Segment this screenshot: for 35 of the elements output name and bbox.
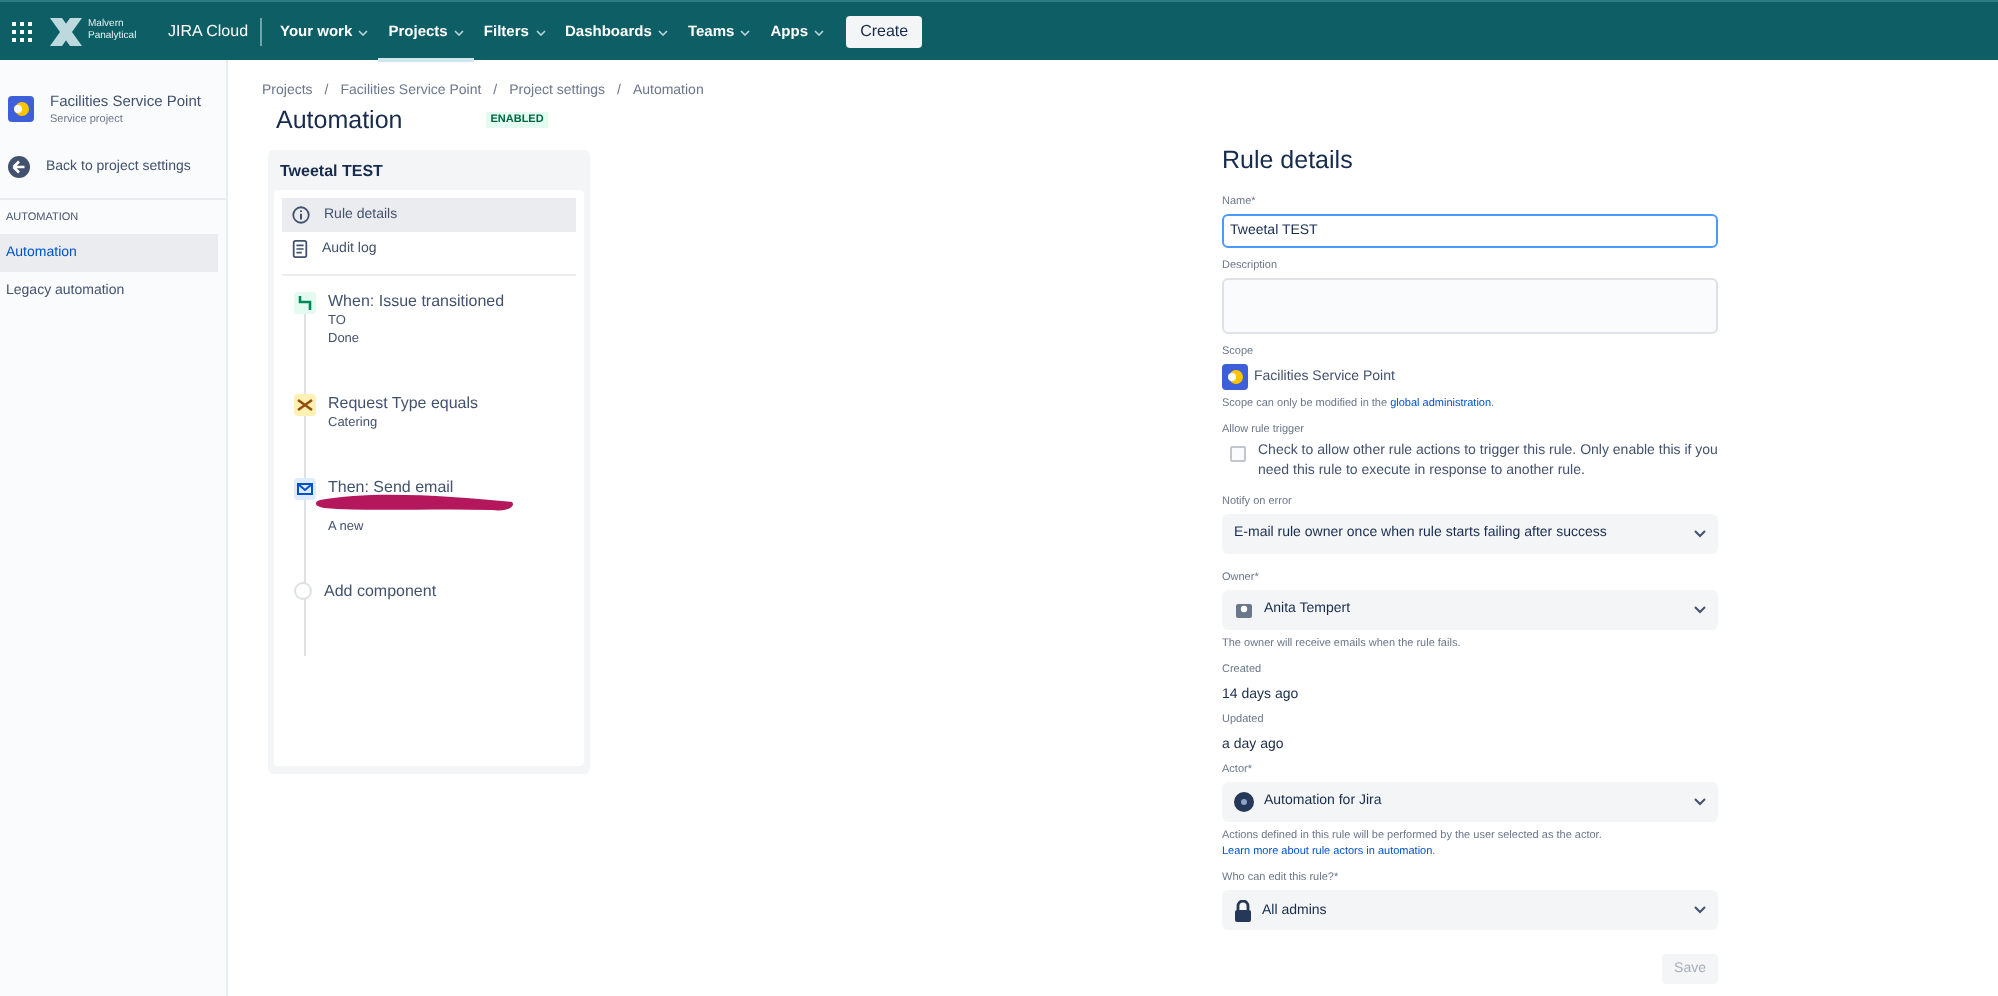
user-icon [1234,599,1254,620]
caret-icon [358,29,369,36]
caret-icon [657,29,668,36]
trigger-icon [294,292,316,314]
caret-icon [453,29,464,36]
page-title: Automation [276,106,403,134]
back-arrow-icon[interactable] [8,156,30,178]
add-circle-icon[interactable] [294,582,312,600]
rule-name: Tweetal TEST [278,160,385,184]
email-icon [294,478,316,500]
description-field[interactable] [1222,278,1718,334]
chevron-down-icon [1694,605,1706,614]
component-title: Then: Send email [328,478,454,496]
chevron-down-icon [1694,529,1706,538]
caret-icon [814,29,825,36]
project-avatar-icon [1222,364,1248,390]
add-component-link[interactable]: Add component [324,582,437,600]
x-logo-icon [48,15,84,47]
lock-icon [1234,899,1252,922]
create-button[interactable]: Create [846,15,923,47]
checkbox[interactable] [1230,446,1246,463]
caret-icon [535,29,546,36]
document-icon [292,240,308,258]
avatar-icon [1234,791,1254,812]
chevron-down-icon [1694,797,1706,806]
app-switcher-icon[interactable] [12,21,32,41]
component-title: Request Type equals [328,394,479,412]
condition-icon [294,394,316,416]
section-title: Rule details [1222,146,1355,174]
caret-icon [740,29,751,36]
info-icon [292,206,310,224]
product-name[interactable]: JIRA Cloud [168,22,261,40]
chevron-down-icon [1694,906,1706,915]
project-avatar-icon [8,96,34,122]
component-title: When: Issue transitioned [328,292,505,310]
